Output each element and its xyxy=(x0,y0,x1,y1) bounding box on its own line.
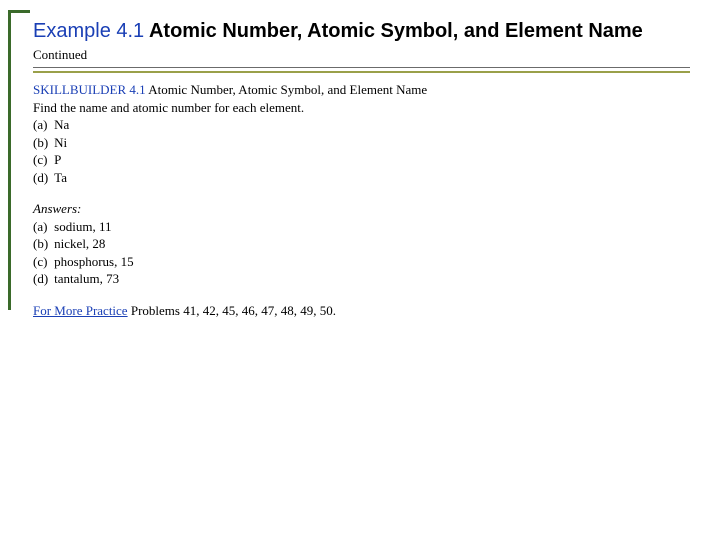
slide: { "title": { "example_label": "Example 4… xyxy=(0,0,720,540)
item-text: tantalum, 73 xyxy=(54,270,133,288)
item-letter: (c) xyxy=(33,151,54,169)
body-text: SKILLBUILDER 4.1 Atomic Number, Atomic S… xyxy=(33,81,690,320)
item-letter: (c) xyxy=(33,253,54,271)
answers-section: Answers: (a) sodium, 11 (b) nickel, 28 (… xyxy=(33,200,690,288)
item-letter: (b) xyxy=(33,235,54,253)
question-list: (a) Na (b) Ni (c) P (d) Ta xyxy=(33,116,69,186)
list-item: (d) Ta xyxy=(33,169,69,187)
list-item: (c) P xyxy=(33,151,69,169)
skillbuilder-rest: Atomic Number, Atomic Symbol, and Elemen… xyxy=(146,82,427,97)
list-item: (b) nickel, 28 xyxy=(33,235,134,253)
more-practice-rest: Problems 41, 42, 45, 46, 47, 48, 49, 50. xyxy=(128,303,336,318)
slide-title: Example 4.1 Atomic Number, Atomic Symbol… xyxy=(33,20,690,43)
item-letter: (d) xyxy=(33,270,54,288)
skillbuilder-label: SKILLBUILDER 4.1 xyxy=(33,82,146,97)
skillbuilder-line: SKILLBUILDER 4.1 Atomic Number, Atomic S… xyxy=(33,81,690,99)
more-practice-label: For More Practice xyxy=(33,303,128,318)
item-text: P xyxy=(54,151,69,169)
list-item: (a) Na xyxy=(33,116,69,134)
list-item: (a) sodium, 11 xyxy=(33,218,134,236)
corner-decoration xyxy=(8,10,30,310)
continued-label: Continued xyxy=(33,47,690,63)
item-letter: (b) xyxy=(33,134,54,152)
list-item: (c) phosphorus, 15 xyxy=(33,253,134,271)
example-label: Example 4.1 xyxy=(33,20,144,42)
answers-label: Answers: xyxy=(33,200,690,218)
item-letter: (d) xyxy=(33,169,54,187)
divider xyxy=(33,67,690,73)
list-item: (b) Ni xyxy=(33,134,69,152)
item-text: Ta xyxy=(54,169,69,187)
divider-thin xyxy=(33,67,690,68)
content-area: Example 4.1 Atomic Number, Atomic Symbol… xyxy=(33,20,690,320)
list-item: (d) tantalum, 73 xyxy=(33,270,134,288)
answers-list: (a) sodium, 11 (b) nickel, 28 (c) phosph… xyxy=(33,218,134,288)
item-text: phosphorus, 15 xyxy=(54,253,133,271)
item-letter: (a) xyxy=(33,116,54,134)
title-rest: Atomic Number, Atomic Symbol, and Elemen… xyxy=(144,20,643,42)
item-text: Na xyxy=(54,116,69,134)
item-text: sodium, 11 xyxy=(54,218,133,236)
instruction-text: Find the name and atomic number for each… xyxy=(33,99,690,117)
item-text: nickel, 28 xyxy=(54,235,133,253)
item-letter: (a) xyxy=(33,218,54,236)
more-practice-line: For More Practice Problems 41, 42, 45, 4… xyxy=(33,302,690,320)
item-text: Ni xyxy=(54,134,69,152)
divider-thick xyxy=(33,71,690,73)
